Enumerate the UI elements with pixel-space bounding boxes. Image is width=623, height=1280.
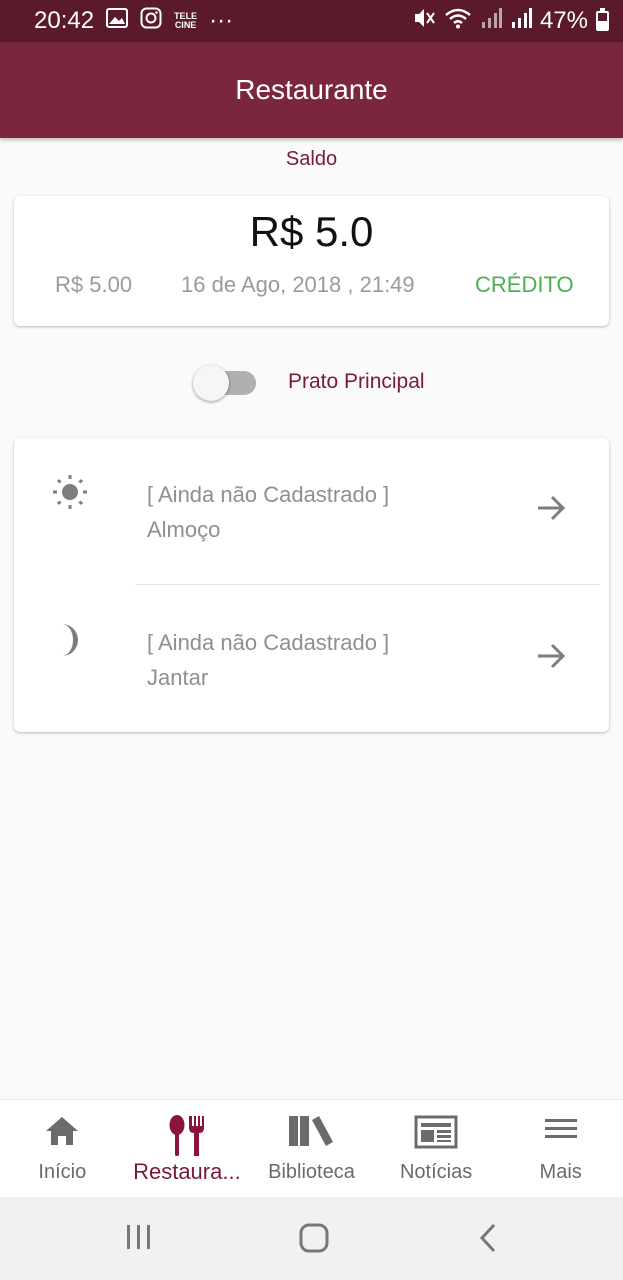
- meal-status-lunch: [ Ainda não Cadastrado ]: [147, 482, 390, 507]
- mute-icon: [412, 7, 436, 36]
- transaction-type: CRÉDITO: [475, 272, 574, 297]
- signal-icon-2: [510, 7, 532, 36]
- arrow-right-icon[interactable]: [535, 492, 567, 524]
- back-icon[interactable]: [478, 1223, 498, 1258]
- signal-icon-1: [480, 7, 502, 36]
- balance-card: R$ 5.0 R$ 5.00 16 de Ago, 2018 , 21:49 C…: [14, 196, 609, 326]
- nav-item-restaurante[interactable]: Restaura...: [125, 1100, 250, 1197]
- moon-icon: [52, 622, 88, 658]
- system-nav-bar: [0, 1197, 623, 1280]
- status-left: 20:42 TELE CINE ···: [34, 7, 233, 36]
- balance-label: Saldo: [285, 148, 338, 170]
- nav-label-mais: Mais: [539, 1161, 582, 1183]
- transaction-amount: R$ 5.00: [55, 272, 133, 297]
- bottom-nav: Início Restaura... Biblioteca Notícias M…: [0, 1099, 623, 1197]
- home-icon: [45, 1114, 79, 1153]
- instagram-icon: [140, 7, 162, 36]
- meal-divider: [135, 584, 600, 585]
- meal-item-dinner[interactable]: [ Ainda não Cadastrado ] Jantar: [14, 586, 609, 732]
- books-icon: [288, 1114, 334, 1153]
- gallery-icon: [106, 7, 129, 35]
- battery-icon: [596, 8, 609, 31]
- nav-label-noticias: Notícias: [399, 1161, 473, 1183]
- menu-icon: [544, 1114, 578, 1149]
- meal-name-dinner: Jantar: [147, 665, 209, 690]
- nav-item-inicio[interactable]: Início: [0, 1100, 125, 1197]
- status-right: 47%: [412, 7, 609, 36]
- transaction-row: R$ 5.00 16 de Ago, 2018 , 21:49 CRÉDITO: [14, 272, 609, 302]
- meal-name-lunch: Almoço: [147, 517, 221, 542]
- battery-percent: 47%: [539, 7, 588, 34]
- home-button-icon[interactable]: [299, 1223, 329, 1258]
- page-title: Restaurante: [235, 74, 388, 105]
- transaction-date: 16 de Ago, 2018 , 21:49: [181, 272, 415, 297]
- arrow-right-icon[interactable]: [535, 640, 567, 672]
- balance-amount: R$ 5.0: [249, 208, 374, 255]
- nav-item-noticias[interactable]: Notícias: [374, 1100, 499, 1197]
- telecine-line2: CINE: [174, 20, 197, 30]
- nav-item-biblioteca[interactable]: Biblioteca: [249, 1100, 374, 1197]
- status-bar: 20:42 TELE CINE ··· 47%: [0, 0, 623, 42]
- main-dish-toggle-row: Prato Principal: [0, 362, 623, 402]
- newspaper-icon: [414, 1114, 458, 1155]
- meal-item-lunch[interactable]: [ Ainda não Cadastrado ] Almoço: [14, 438, 609, 584]
- sun-icon: [52, 474, 88, 510]
- telecine-icon: TELE CINE: [174, 12, 197, 30]
- restaurant-icon: [167, 1114, 207, 1163]
- nav-item-mais[interactable]: Mais: [498, 1100, 623, 1197]
- wifi-icon: [444, 7, 472, 36]
- recent-apps-icon[interactable]: [126, 1223, 152, 1256]
- status-time: 20:42: [34, 7, 95, 34]
- meal-status-dinner: [ Ainda não Cadastrado ]: [147, 630, 390, 655]
- more-notifications-icon: ···: [209, 7, 234, 34]
- nav-label-inicio: Início: [38, 1161, 87, 1183]
- nav-label-restaurante: Restaura...: [133, 1159, 241, 1184]
- battery-level: [598, 21, 607, 29]
- meals-card: [ Ainda não Cadastrado ] Almoço [ Ainda …: [14, 438, 609, 732]
- app-bar: Restaurante: [0, 42, 623, 138]
- main-dish-toggle-label: Prato Principal: [288, 370, 425, 393]
- main-dish-switch-thumb[interactable]: [193, 365, 229, 401]
- nav-label-biblioteca: Biblioteca: [268, 1161, 355, 1183]
